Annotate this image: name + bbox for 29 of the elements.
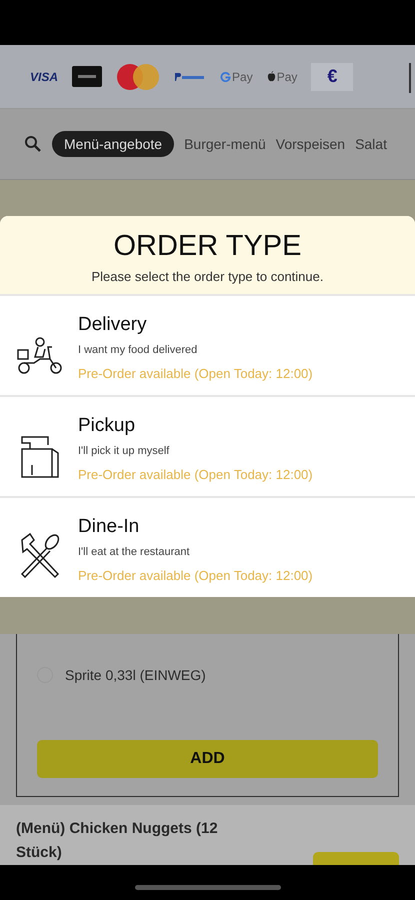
dialog-title: ORDER TYPE	[113, 230, 302, 263]
visa-logo: VISA	[30, 70, 58, 84]
search-icon[interactable]	[24, 135, 42, 153]
apple-icon	[266, 71, 276, 82]
option-name: Delivery	[78, 314, 148, 336]
option-description: I'll pick it up myself	[78, 445, 170, 457]
dialog-subtitle: Please select the order type to continue.	[92, 269, 324, 284]
add-button[interactable]: ADD	[37, 740, 378, 778]
option-description: I want my food delivered	[78, 344, 198, 356]
option-description: I'll eat at the restaurant	[78, 546, 191, 558]
availability-note: Pre-Order available (Open Today: 12:00)	[78, 467, 313, 482]
pay-label: Pay	[232, 70, 253, 84]
sofort-logo-icon	[72, 66, 102, 87]
mastercard-logo-icon	[116, 62, 160, 90]
category-tab[interactable]: Salat	[355, 131, 387, 157]
pay-label: Pay	[276, 70, 298, 84]
drink-option-label: Sprite 0,33l (EINWEG)	[65, 667, 206, 683]
category-tab[interactable]: Menü-angebote	[52, 131, 174, 157]
cash-badge: €	[311, 62, 354, 90]
google-logo-icon	[220, 71, 232, 82]
category-tab[interactable]: Vorspeisen	[276, 131, 346, 157]
availability-note: Pre-Order available (Open Today: 12:00)	[78, 568, 313, 583]
option-name: Pickup	[78, 415, 136, 437]
option-name: Dine-In	[78, 516, 140, 538]
availability-note: Pre-Order available (Open Today: 12:00)	[78, 366, 313, 381]
add-to-cart-button[interactable]	[313, 852, 399, 865]
paypal-logo-icon	[174, 72, 206, 82]
category-tab[interactable]: Burger-menü	[184, 131, 266, 157]
product-name: (Menü) Chicken Nuggets (12 Stück)	[16, 819, 219, 863]
